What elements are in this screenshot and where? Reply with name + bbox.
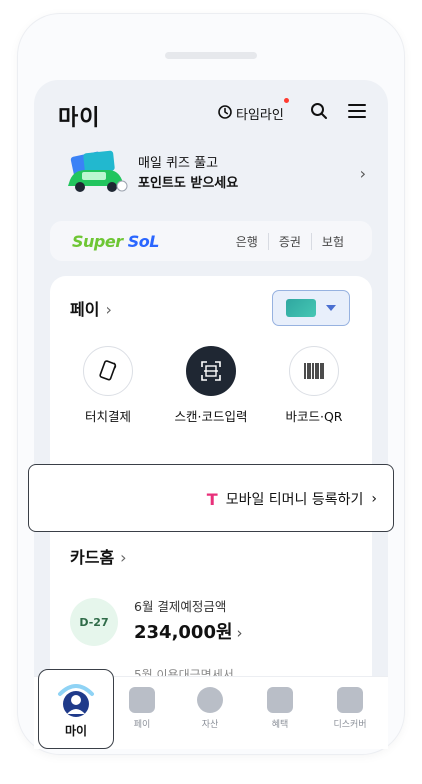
promo-line2: 포인트도 받으세요: [138, 176, 239, 191]
chevron-right-icon: ›: [371, 491, 377, 507]
car-card-illustration: [64, 150, 130, 200]
tab-pay[interactable]: 페이: [112, 687, 172, 730]
tab-label: 자산: [201, 720, 219, 730]
card-home-link[interactable]: 카드홈 ›: [70, 544, 127, 568]
chevron-right-icon: ›: [120, 548, 127, 567]
tab-my[interactable]: 마이: [38, 669, 114, 749]
chevron-right-icon: ›: [359, 164, 366, 183]
phone-speaker: [165, 52, 257, 59]
supersol-bar: Super SoL 은행 증권 보험: [50, 221, 372, 261]
supersol-logo[interactable]: Super SoL: [72, 232, 159, 251]
caret-down-icon: [326, 305, 336, 311]
bottom-tab-bar: 마이 페이 자산 혜택 디스커버: [34, 669, 388, 749]
link-securities[interactable]: 증권: [267, 233, 311, 250]
tmoney-register-button[interactable]: T 모바일 티머니 등록하기 ›: [28, 464, 394, 532]
tab-benefits[interactable]: 혜택: [250, 687, 310, 730]
pie-chart-icon: [197, 687, 223, 713]
tab-label: 혜택: [271, 720, 289, 730]
tab-label: 디스커버: [333, 720, 367, 730]
card-selector-dropdown[interactable]: [272, 290, 350, 326]
pay-section-link[interactable]: 페이 ›: [70, 296, 112, 320]
card-thumbnail: [286, 299, 316, 317]
pay-option-touch[interactable]: 터치결제: [58, 346, 158, 425]
search-icon: [310, 102, 328, 124]
menu-button[interactable]: [346, 102, 368, 124]
card-home-title: 카드홈: [70, 548, 115, 567]
pay-option-label: 스캔·코드입력: [174, 409, 248, 424]
dday-badge: D-27: [70, 598, 118, 646]
wallet-icon: [129, 687, 155, 713]
pay-option-barcode[interactable]: 바코드·QR: [264, 346, 364, 425]
tmoney-logo-icon: T: [206, 489, 218, 509]
clock-icon: [218, 104, 232, 123]
payment-amount-link[interactable]: 234,000원 ›: [134, 618, 243, 644]
barcode-icon: [289, 346, 339, 396]
pay-option-scan[interactable]: 스캔·코드입력: [161, 346, 261, 425]
user-avatar-icon: [56, 678, 96, 718]
payment-due-label: 6월 결제예정금액: [134, 599, 227, 614]
notification-dot: [284, 98, 289, 103]
scan-code-icon: [186, 346, 236, 396]
pay-card: 페이 › 터치결제 스캔·코드입력 바코드·QR: [50, 276, 372, 486]
tmoney-label: 모바일 티머니 등록하기: [225, 492, 364, 508]
payment-amount: 234,000원: [134, 622, 233, 643]
promo-line1: 매일 퀴즈 풀고: [138, 156, 219, 171]
touch-pay-icon: [83, 346, 133, 396]
app-screen: 마이 타임라인 매일 퀴즈 풀고 포인트도 받으세요 › Super SoL 은…: [34, 80, 388, 748]
tab-label: 페이: [133, 720, 151, 730]
quiz-promo-banner[interactable]: 매일 퀴즈 풀고 포인트도 받으세요 ›: [60, 150, 370, 200]
tab-discover[interactable]: 디스커버: [320, 687, 380, 730]
chevron-right-icon: ›: [105, 300, 112, 319]
link-insurance[interactable]: 보험: [310, 233, 354, 250]
pay-option-label: 바코드·QR: [285, 409, 343, 424]
link-bank[interactable]: 은행: [226, 233, 268, 250]
coupon-icon: [267, 687, 293, 713]
pay-option-label: 터치결제: [84, 409, 131, 424]
search-button[interactable]: [308, 102, 330, 124]
timeline-label: 타임라인: [236, 108, 284, 123]
menu-icon: [348, 103, 366, 123]
pay-title: 페이: [70, 300, 100, 319]
compass-icon: [337, 687, 363, 713]
chevron-right-icon: ›: [236, 624, 243, 642]
timeline-button[interactable]: 타임라인: [218, 98, 289, 123]
page-title: 마이: [58, 106, 101, 131]
tab-label: 마이: [64, 724, 88, 738]
tab-assets[interactable]: 자산: [180, 687, 240, 730]
